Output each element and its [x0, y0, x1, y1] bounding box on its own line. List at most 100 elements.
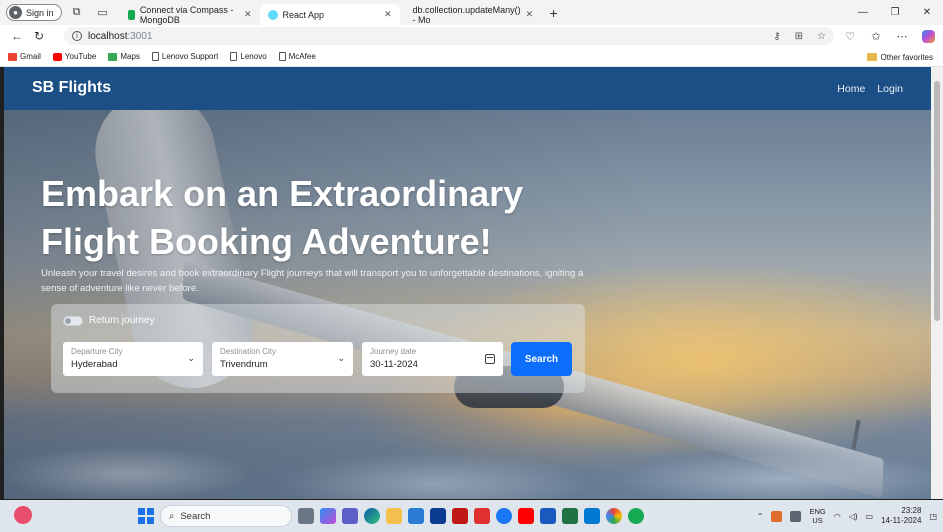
hero-tagline: Unleash your travel desires and book ext… — [41, 268, 584, 294]
address-bar[interactable]: i localhost:3001 ⚷ ⊞ ☆ — [64, 27, 834, 45]
site-info-icon[interactable]: i — [72, 31, 82, 41]
tab-title: db.collection.updateMany() - Mo — [412, 4, 521, 25]
close-tab-icon[interactable]: ✕ — [244, 9, 252, 20]
copilot-app-icon[interactable] — [320, 508, 336, 524]
journey-date-value: 30-11-2024 — [370, 359, 418, 370]
refresh-icon[interactable]: ↻ — [28, 26, 50, 46]
fav-mcafee[interactable]: McAfee — [278, 52, 316, 61]
browser-tab-strip: ● Sign in ⧉ ▭ Connect via Compass - Mong… — [0, 0, 943, 25]
nav-home-link[interactable]: Home — [837, 83, 865, 95]
nav-links: Home Login — [837, 83, 903, 95]
brand-logo[interactable]: SB Flights — [32, 79, 111, 97]
wifi-icon[interactable]: ◠ — [834, 512, 841, 521]
volume-icon[interactable]: ◁) — [849, 512, 858, 521]
more-menu-icon[interactable]: ⋯ — [891, 26, 913, 46]
destination-city-label: Destination City — [220, 347, 277, 356]
key-icon[interactable]: ⚷ — [773, 31, 780, 42]
facebook-icon[interactable] — [496, 508, 512, 524]
word-icon[interactable] — [540, 508, 556, 524]
windows-taskbar: ⌕ Search ⌃ ENG US ◠ ◁) ▭ 23:28 14-11-202… — [0, 500, 943, 532]
chrome-icon[interactable] — [606, 508, 622, 524]
signin-label: Sign in — [26, 7, 54, 18]
nav-login-link[interactable]: Login — [877, 83, 903, 95]
search-button[interactable]: Search — [511, 342, 572, 376]
clock[interactable]: 23:28 14-11-2024 — [881, 506, 921, 526]
return-journey-label: Return journey — [89, 315, 155, 326]
tab-compass[interactable]: Connect via Compass - MongoDB ✕ — [120, 4, 260, 25]
scrollbar-thumb[interactable] — [934, 81, 940, 321]
mcafee-icon[interactable] — [452, 508, 468, 524]
battery-icon[interactable]: ▭ — [866, 512, 874, 521]
search-icon: ⌕ — [169, 510, 175, 522]
headline-line-2: Flight Booking Adventure! — [41, 221, 492, 262]
notifications-icon[interactable]: ◳ — [929, 512, 937, 521]
workspaces-icon[interactable]: ⧉ — [66, 4, 88, 22]
browser-essentials-icon[interactable]: ♡ — [839, 26, 861, 46]
page-viewport: SB Flights Home Login Embark on an Extra… — [4, 67, 931, 499]
language-indicator[interactable]: ENG US — [809, 507, 825, 525]
journey-date-input[interactable]: Journey date 30-11-2024 — [362, 342, 503, 376]
restore-icon[interactable]: ❐ — [879, 0, 911, 25]
teams-icon[interactable] — [342, 508, 358, 524]
edge-icon[interactable] — [364, 508, 380, 524]
maps-icon — [108, 52, 118, 61]
taskbar-search[interactable]: ⌕ Search — [160, 505, 292, 527]
chevron-up-icon[interactable]: ⌃ — [757, 512, 764, 521]
file-explorer-icon[interactable] — [386, 508, 402, 524]
tab-react-app[interactable]: React App ✕ — [259, 4, 400, 25]
store-icon[interactable] — [408, 508, 424, 524]
tab-actions-icon[interactable]: ▭ — [92, 4, 114, 22]
window-controls: — ❐ ✕ — [847, 0, 943, 25]
fav-lenovo[interactable]: Lenovo — [230, 52, 267, 61]
favorite-star-icon[interactable]: ☆ — [817, 31, 826, 42]
headline-line-1: Embark on an Extraordinary — [41, 173, 524, 214]
apps-icon[interactable]: ⊞ — [795, 31, 803, 42]
youtube-app-icon[interactable] — [518, 508, 534, 524]
departure-city-select[interactable]: Departure City Hyderabad ⌄ — [63, 342, 203, 376]
fav-lenovo-support[interactable]: Lenovo Support — [151, 52, 218, 61]
signin-button[interactable]: ● Sign in — [6, 4, 62, 21]
mongodb-icon — [127, 9, 135, 20]
hero-section: Embark on an Extraordinary Flight Bookin… — [4, 110, 931, 499]
new-tab-button[interactable]: + — [544, 4, 564, 22]
task-view-icon[interactable] — [298, 508, 314, 524]
tray-app-icon[interactable] — [771, 510, 783, 522]
close-window-icon[interactable]: ✕ — [911, 0, 943, 25]
flight-search-card: Return journey Departure City Hyderabad … — [51, 304, 585, 393]
hero-headline: Embark on an Extraordinary Flight Bookin… — [41, 170, 601, 266]
mongodb-compass-icon[interactable] — [628, 508, 644, 524]
tab-title: React App — [282, 9, 325, 20]
fav-youtube[interactable]: YouTube — [52, 52, 96, 61]
gmail-icon — [8, 52, 17, 61]
lenovo-vantage-icon[interactable] — [430, 508, 446, 524]
folder-icon — [866, 53, 877, 61]
toggle-switch[interactable] — [63, 315, 83, 326]
return-journey-toggle[interactable]: Return journey — [63, 315, 155, 326]
excel-icon[interactable] — [562, 508, 578, 524]
tab-mongodb-docs[interactable]: db.collection.updateMany() - Mo ✕ — [400, 4, 540, 25]
close-tab-icon[interactable]: ✕ — [384, 9, 392, 20]
chevron-down-icon: ⌄ — [337, 353, 345, 363]
other-favorites[interactable]: Other favorites — [866, 47, 933, 67]
page-icon — [278, 52, 286, 61]
cloud-icon[interactable] — [790, 510, 802, 522]
page-icon — [151, 52, 159, 61]
start-button[interactable] — [138, 508, 154, 524]
close-tab-icon[interactable]: ✕ — [526, 9, 534, 20]
minimize-icon[interactable]: — — [847, 0, 879, 25]
calendar-icon[interactable] — [485, 354, 495, 364]
favorites-icon[interactable]: ✩ — [865, 26, 887, 46]
favorites-bar: Gmail YouTube Maps Lenovo Support Lenovo… — [0, 47, 943, 67]
copilot-icon[interactable] — [917, 26, 939, 46]
widgets-icon[interactable] — [14, 506, 32, 524]
url-text: localhost:3001 — [88, 30, 153, 42]
page-scrollbar[interactable] — [931, 67, 943, 499]
destination-city-select[interactable]: Destination City Trivendrum ⌄ — [212, 342, 353, 376]
pdf-icon[interactable] — [474, 508, 490, 524]
fav-maps[interactable]: Maps — [108, 52, 140, 61]
profile-icon: ● — [9, 6, 22, 19]
vscode-icon[interactable] — [584, 508, 600, 524]
back-icon[interactable]: ← — [6, 26, 28, 46]
taskbar-apps: ⌕ Search — [138, 504, 644, 528]
fav-gmail[interactable]: Gmail — [8, 52, 41, 61]
